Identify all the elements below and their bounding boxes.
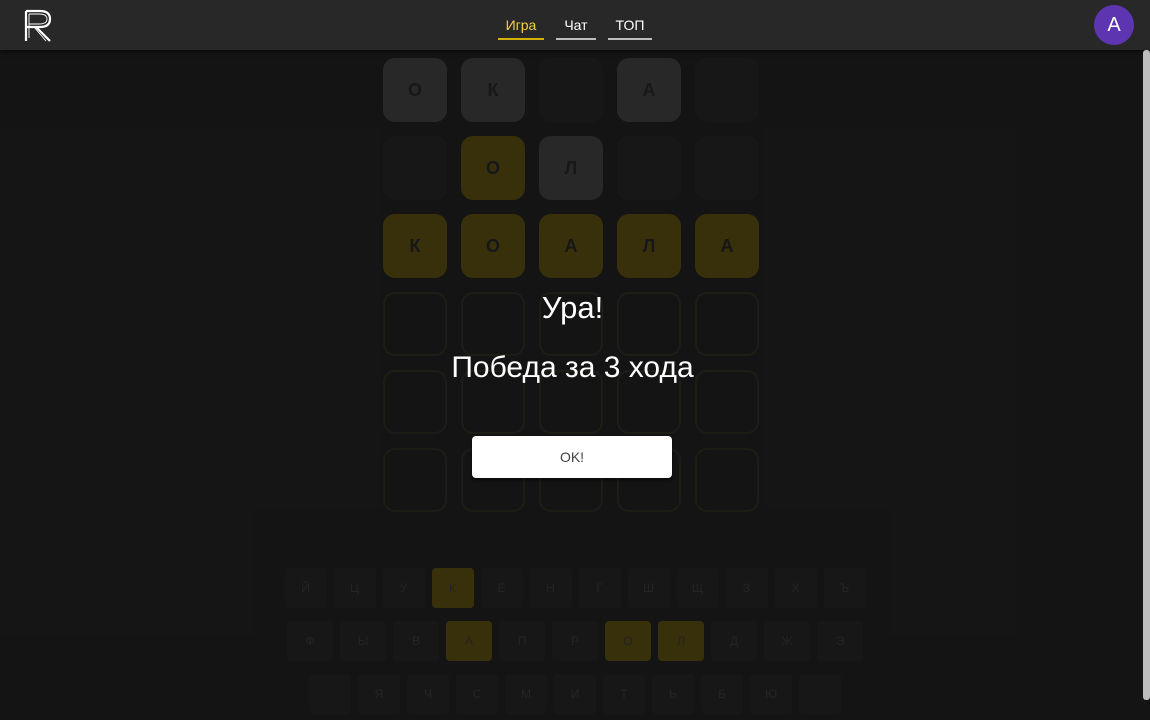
ok-button[interactable]: OK! xyxy=(472,436,672,478)
win-dialog: Ура! Победа за 3 хода OK! xyxy=(0,0,1150,720)
dialog-subtitle: Победа за 3 хода xyxy=(451,351,694,384)
dialog-title: Ура! xyxy=(541,290,604,325)
